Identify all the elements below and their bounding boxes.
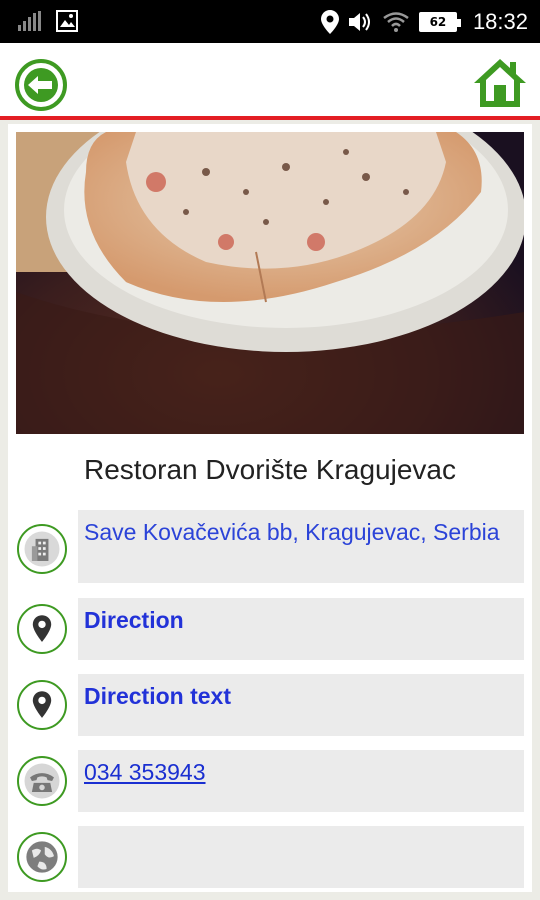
- app-toolbar: [0, 43, 540, 120]
- battery-icon: 62: [418, 11, 461, 32]
- phone-link[interactable]: 034 353943: [84, 759, 206, 785]
- telephone-icon: [17, 756, 67, 806]
- battery-level: 62: [429, 14, 447, 29]
- restaurant-card: Restoran Dvorište Kragujevac Save Kovače…: [8, 124, 532, 892]
- globe-icon: [17, 832, 67, 882]
- building-icon: [17, 524, 67, 574]
- clock: 18:32: [472, 8, 528, 34]
- direction-text-field[interactable]: Direction text: [78, 674, 524, 736]
- volume-icon: [348, 12, 370, 31]
- home-icon[interactable]: [472, 57, 528, 109]
- back-arrow-icon[interactable]: [14, 58, 68, 112]
- restaurant-photo: [16, 132, 524, 434]
- signal-icon: [18, 11, 41, 31]
- status-bar: 62 18:32: [0, 0, 540, 43]
- direction-link[interactable]: Direction: [78, 598, 524, 660]
- website-field[interactable]: [78, 826, 524, 888]
- phone-field[interactable]: 034 353943: [78, 750, 524, 812]
- map-pin-icon: [17, 680, 67, 730]
- wifi-icon: [383, 11, 409, 32]
- gallery-icon: [56, 10, 78, 32]
- map-pin-icon: [17, 604, 67, 654]
- location-icon: [320, 9, 339, 34]
- restaurant-name: Restoran Dvorište Kragujevac: [84, 454, 456, 485]
- address-field[interactable]: Save Kovačevića bb, Kragujevac, Serbia: [78, 510, 524, 583]
